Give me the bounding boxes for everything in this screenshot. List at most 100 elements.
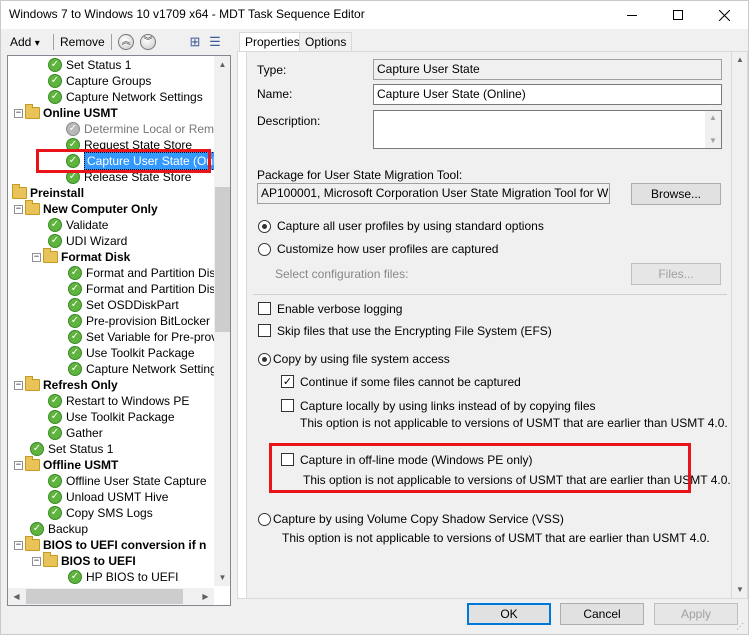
- tab-options[interactable]: Options: [299, 32, 353, 52]
- tree-view-button[interactable]: ⊞: [187, 34, 203, 50]
- tree-item[interactable]: ✓ Set Status 1: [30, 441, 113, 457]
- tree-item[interactable]: ✓ Determine Local or Remote Us: [66, 121, 214, 137]
- customize-radio[interactable]: [258, 243, 271, 256]
- tree-group[interactable]: − BIOS to UEFI: [32, 552, 136, 569]
- collapse-icon[interactable]: −: [14, 460, 23, 470]
- tree-item[interactable]: ✓ Set OSDDiskPart: [68, 297, 179, 313]
- tree-horizontal-scrollbar[interactable]: ◀ ▶: [8, 588, 214, 605]
- tree-item[interactable]: ✓ Capture Network Settings (: [68, 361, 214, 377]
- capture-locally-checkbox[interactable]: [281, 399, 294, 412]
- tree-item[interactable]: ✓ Use Toolkit Package: [68, 345, 195, 361]
- scroll-up-icon[interactable]: ▲: [732, 52, 747, 68]
- tree-group[interactable]: Preinstall: [12, 184, 85, 201]
- scroll-down-icon[interactable]: ▼: [705, 134, 721, 148]
- list-view-button[interactable]: ☰: [207, 34, 223, 50]
- check-icon: ✓: [30, 442, 44, 456]
- tree-item[interactable]: ✓ Use Toolkit Package: [48, 409, 175, 425]
- tree-item[interactable]: ✓ HP BIOS to UEFI: [68, 569, 178, 585]
- folder-icon: [43, 552, 58, 567]
- tree-group[interactable]: − New Computer Only: [14, 200, 158, 217]
- collapse-icon[interactable]: −: [14, 380, 23, 390]
- scroll-right-icon[interactable]: ▶: [197, 588, 214, 605]
- tree-item[interactable]: ✓ Set Status 1: [48, 57, 131, 73]
- apply-button[interactable]: Apply: [654, 603, 738, 625]
- files-button[interactable]: Files...: [631, 263, 721, 285]
- ok-button[interactable]: OK: [467, 603, 551, 625]
- tree-group[interactable]: − Format Disk: [32, 248, 130, 265]
- vss-label[interactable]: Capture by using Volume Copy Shadow Serv…: [273, 512, 564, 526]
- tree-item[interactable]: ✓ UDI Wizard: [48, 233, 127, 249]
- tree-item[interactable]: ✓ Capture Network Settings: [48, 89, 203, 105]
- scroll-left-icon[interactable]: ◀: [8, 588, 25, 605]
- scroll-thumb[interactable]: [26, 589, 183, 604]
- tree-group[interactable]: − Online USMT: [14, 104, 118, 121]
- move-up-button[interactable]: ︽: [118, 34, 134, 50]
- copy-fs-label[interactable]: Copy by using file system access: [273, 352, 450, 366]
- scroll-down-icon[interactable]: ▼: [732, 582, 747, 598]
- collapse-icon[interactable]: −: [14, 204, 23, 214]
- name-field[interactable]: Capture User State (Online): [373, 84, 722, 105]
- tree-item[interactable]: ✓ Restart to Windows PE: [48, 393, 189, 409]
- check-icon: ✓: [48, 74, 62, 88]
- move-down-button[interactable]: ︾: [140, 34, 156, 50]
- collapse-icon[interactable]: −: [14, 540, 23, 550]
- tree-group[interactable]: − Offline USMT: [14, 456, 119, 473]
- capture-all-radio[interactable]: [258, 220, 271, 233]
- scroll-up-icon[interactable]: ▲: [214, 56, 230, 73]
- tree-item-label: Use Toolkit Package: [86, 346, 195, 360]
- tree-item[interactable]: ✓ Copy SMS Logs: [48, 505, 153, 521]
- tree-item[interactable]: ✓ Backup: [30, 521, 88, 537]
- tree-item-label: Capture Network Settings (: [86, 362, 214, 376]
- tree-vertical-scrollbar[interactable]: ▲ ▼: [214, 56, 230, 586]
- tree-group-label: Preinstall: [30, 186, 85, 200]
- tree-item[interactable]: ✓ Unload USMT Hive: [48, 489, 168, 505]
- cancel-button[interactable]: Cancel: [560, 603, 644, 625]
- capture-locally-label[interactable]: Capture locally by using links instead o…: [300, 399, 596, 413]
- verbose-logging-label[interactable]: Enable verbose logging: [277, 302, 402, 316]
- tree-item[interactable]: ✓ Validate: [48, 217, 108, 233]
- tree-item-label: Capture Groups: [66, 74, 152, 88]
- remove-button[interactable]: Remove: [57, 33, 108, 51]
- scroll-thumb[interactable]: [215, 187, 230, 332]
- vss-radio[interactable]: [258, 513, 271, 526]
- double-chevron-down-icon: ︾: [143, 36, 153, 46]
- skip-efs-checkbox[interactable]: [258, 324, 271, 337]
- tree-item[interactable]: ✓ Offline User State Capture: [48, 473, 207, 489]
- description-field[interactable]: ▲ ▼: [373, 110, 722, 149]
- tree-group-label: Offline USMT: [43, 458, 119, 472]
- description-scrollbar[interactable]: ▲ ▼: [705, 111, 721, 148]
- add-button-label: Add: [10, 35, 32, 49]
- collapse-icon[interactable]: −: [32, 252, 41, 262]
- verbose-logging-checkbox[interactable]: [258, 302, 271, 315]
- tree-group[interactable]: − BIOS to UEFI conversion if n: [14, 536, 206, 553]
- copy-fs-radio[interactable]: [258, 353, 271, 366]
- minimize-button[interactable]: [609, 1, 655, 29]
- resize-grip-icon[interactable]: ⋰: [736, 622, 746, 632]
- collapse-icon[interactable]: −: [32, 556, 41, 566]
- tree-item[interactable]: ✓ Pre-provision BitLocker: [68, 313, 210, 329]
- tree-item[interactable]: ✓ Gather: [48, 425, 103, 441]
- scroll-down-icon[interactable]: ▼: [214, 569, 230, 586]
- tree-item[interactable]: ✓ Set Variable for Pre-provisi: [68, 329, 214, 345]
- capture-all-label[interactable]: Capture all user profiles by using stand…: [277, 219, 544, 233]
- tree-item[interactable]: ✓ Capture Groups: [48, 73, 151, 89]
- continue-if-fail-label[interactable]: Continue if some files cannot be capture…: [300, 375, 521, 389]
- tree-group-label: Online USMT: [43, 106, 118, 120]
- check-icon: ✓: [48, 410, 62, 424]
- skip-efs-label[interactable]: Skip files that use the Encrypting File …: [277, 324, 552, 338]
- collapse-icon[interactable]: −: [14, 108, 23, 118]
- continue-if-fail-checkbox[interactable]: ✓: [281, 375, 294, 388]
- tab-properties[interactable]: Properties: [239, 32, 306, 53]
- properties-vertical-scrollbar[interactable]: ▲ ▼: [732, 52, 747, 598]
- scroll-up-icon[interactable]: ▲: [705, 111, 721, 125]
- tree-item-label: Determine Local or Remote Us: [84, 122, 214, 136]
- maximize-button[interactable]: [655, 1, 701, 29]
- task-sequence-tree[interactable]: ✓ Set Status 1 ✓ Capture Groups ✓ Captur…: [7, 55, 231, 606]
- close-button[interactable]: [701, 1, 747, 29]
- tree-item[interactable]: ✓ Format and Partition Disk: [68, 281, 214, 297]
- tree-group[interactable]: − Refresh Only: [14, 376, 118, 393]
- tree-item[interactable]: ✓ Format and Partition Disk (: [68, 265, 214, 281]
- browse-button[interactable]: Browse...: [631, 183, 721, 205]
- customize-label[interactable]: Customize how user profiles are captured: [277, 242, 498, 256]
- add-button[interactable]: Add ▾: [7, 33, 43, 51]
